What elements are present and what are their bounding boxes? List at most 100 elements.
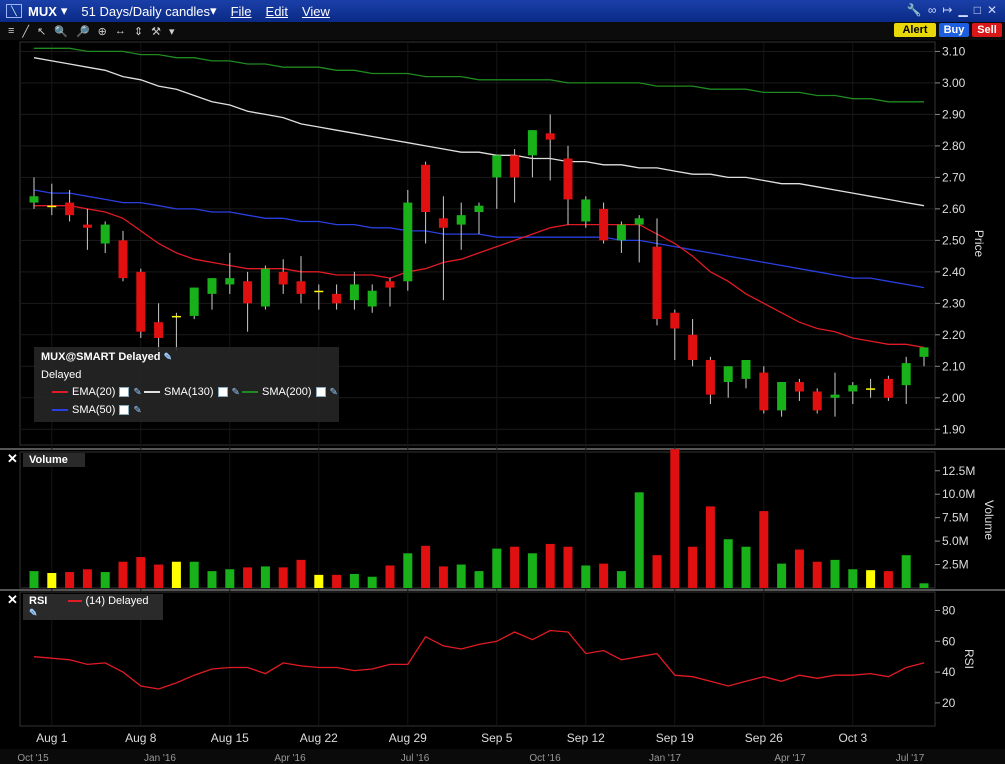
legend-item-sma200[interactable]: SMA(200) ✎ (242, 386, 338, 398)
price-axis-label: Price (972, 230, 986, 258)
close-icon[interactable]: ✕ (987, 3, 997, 17)
candle-body (474, 205, 484, 213)
x-tick-label: Sep 26 (745, 731, 783, 745)
legend-status: Delayed (41, 369, 82, 381)
buy-button[interactable]: Buy (939, 23, 969, 37)
volume-bar (581, 565, 591, 588)
sma200-checkbox[interactable] (315, 387, 326, 397)
volume-bar (883, 571, 893, 588)
fit-icon[interactable]: ⇕ (134, 25, 143, 38)
timeframe-selector[interactable]: 51 Days/Daily candles (81, 4, 210, 19)
rsi-close-icon[interactable]: ✕ (7, 592, 18, 608)
candle-body (848, 385, 858, 392)
volume-bar (830, 559, 840, 588)
sell-button[interactable]: Sell (972, 23, 1002, 37)
candle-body (29, 196, 39, 203)
candle-body (438, 218, 448, 228)
sma50-edit-icon[interactable]: ✎ (133, 405, 141, 416)
zoom-out-icon[interactable]: 🔎 (76, 25, 90, 38)
legend-item-sma50[interactable]: SMA(50) ✎ (52, 404, 142, 416)
price-tick-label: 2.40 (942, 265, 966, 279)
price-tick-label: 1.90 (942, 422, 966, 436)
x-tick-label: Aug 1 (36, 731, 68, 745)
pin-icon[interactable]: ↦ (942, 3, 952, 17)
navigator-label: Oct '15 (17, 753, 49, 764)
candle-body (296, 281, 306, 294)
legend-item-ema20[interactable]: EMA(20) ✎ (52, 386, 142, 398)
candle-body (830, 394, 840, 398)
ema20-edit-icon[interactable]: ✎ (133, 387, 141, 398)
menu-edit[interactable]: Edit (266, 4, 288, 19)
ema20-checkbox[interactable] (119, 387, 130, 397)
minimize-icon[interactable]: ▁ (958, 3, 967, 17)
indicator-legend: MUX@SMART Delayed ✎ Delayed EMA(20) ✎ SM… (34, 347, 339, 422)
rsi-swatch (68, 600, 83, 603)
rsi-edit-icon[interactable]: ✎ (29, 608, 37, 619)
draw-line-icon[interactable]: ╱ (22, 25, 29, 38)
volume-bar (812, 561, 822, 588)
volume-bar (794, 549, 804, 588)
candle-body (581, 199, 591, 222)
volume-bar (243, 567, 253, 588)
price-tick-label: 2.50 (942, 233, 966, 247)
candle-body (634, 218, 644, 225)
sma130-checkbox[interactable] (217, 387, 228, 397)
link-icon[interactable]: ∞ (928, 3, 937, 17)
volume-bar (474, 571, 484, 588)
sma200-edit-icon[interactable]: ✎ (330, 387, 338, 398)
volume-axis-label: Volume (982, 500, 996, 540)
volume-bar (616, 571, 626, 588)
volume-bar (901, 555, 911, 588)
sma130-edit-icon[interactable]: ✎ (232, 387, 240, 398)
volume-bar (260, 566, 270, 588)
candle-body (189, 287, 199, 316)
candle-body (527, 130, 537, 156)
symbol-selector[interactable]: MUX (28, 4, 57, 19)
tools-icon[interactable]: ⚒ (151, 25, 161, 38)
navigator-label: Jul '17 (896, 753, 925, 764)
ema20-swatch (52, 391, 68, 393)
price-tick-label: 2.80 (942, 139, 966, 153)
sma50-checkbox[interactable] (119, 405, 130, 415)
volume-bar (919, 583, 929, 588)
menu-file[interactable]: File (231, 4, 252, 19)
legend-item-sma130[interactable]: SMA(130) ✎ (144, 386, 240, 398)
volume-bar (296, 559, 306, 588)
volume-close-icon[interactable]: ✕ (7, 451, 18, 467)
volume-bar (225, 569, 235, 588)
menu-view[interactable]: View (302, 4, 330, 19)
volume-bar (456, 564, 466, 588)
volume-bar (492, 548, 502, 588)
symbol-dropdown-icon[interactable]: ▾ (61, 3, 68, 19)
toolbar-dropdown-icon[interactable]: ▾ (169, 25, 175, 38)
rsi-tick-label: 40 (942, 665, 956, 679)
alert-button[interactable]: Alert (894, 23, 936, 37)
wrench-icon[interactable]: 🔧 (907, 3, 922, 17)
maximize-icon[interactable]: □ (974, 3, 981, 17)
rsi-panel-title: RSI (14) Delayed ✎ (23, 594, 163, 620)
candle-body (652, 246, 662, 320)
volume-bar (510, 546, 520, 588)
bar-type-icon[interactable]: ≡ (8, 25, 14, 37)
timeframe-dropdown-icon[interactable]: ▾ (210, 3, 217, 19)
volume-bar (403, 553, 413, 588)
volume-bar (634, 492, 644, 588)
candle-body (136, 271, 146, 332)
volume-tick-label: 12.5M (942, 464, 975, 478)
candle-body (367, 290, 377, 307)
volume-bar (705, 506, 715, 588)
sma50-swatch (52, 409, 68, 411)
navigator-label: Jan '16 (144, 753, 176, 764)
x-tick-label: Aug 29 (389, 731, 427, 745)
cursor-icon[interactable]: ↖ (37, 25, 46, 38)
candle-body (812, 391, 822, 411)
volume-tick-label: 7.5M (942, 511, 969, 525)
pan-icon[interactable]: ↔ (115, 25, 126, 37)
legend-edit-icon[interactable]: ✎ (164, 352, 172, 363)
crosshair-icon[interactable]: ⊕ (98, 25, 107, 38)
zoom-in-icon[interactable]: 🔍 (54, 25, 68, 38)
candle-body (243, 281, 253, 304)
navigator-label: Oct '16 (529, 753, 561, 764)
volume-bar (367, 576, 377, 588)
navigator-label: Jan '17 (649, 753, 681, 764)
